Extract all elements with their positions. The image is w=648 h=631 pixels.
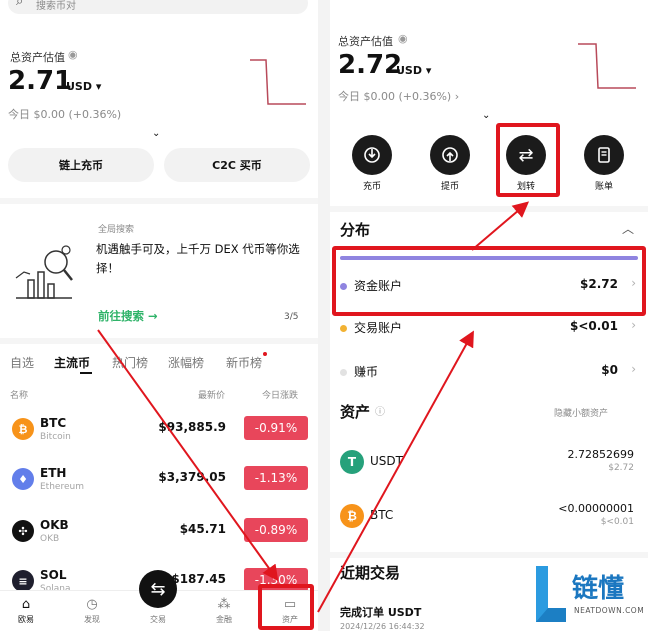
arrow-to-funding-account: [317, 330, 474, 613]
arrow-to-transfer: [471, 201, 530, 251]
annotation-arrows: [97, 201, 530, 613]
arrow-to-assets-tab: [97, 329, 279, 582]
